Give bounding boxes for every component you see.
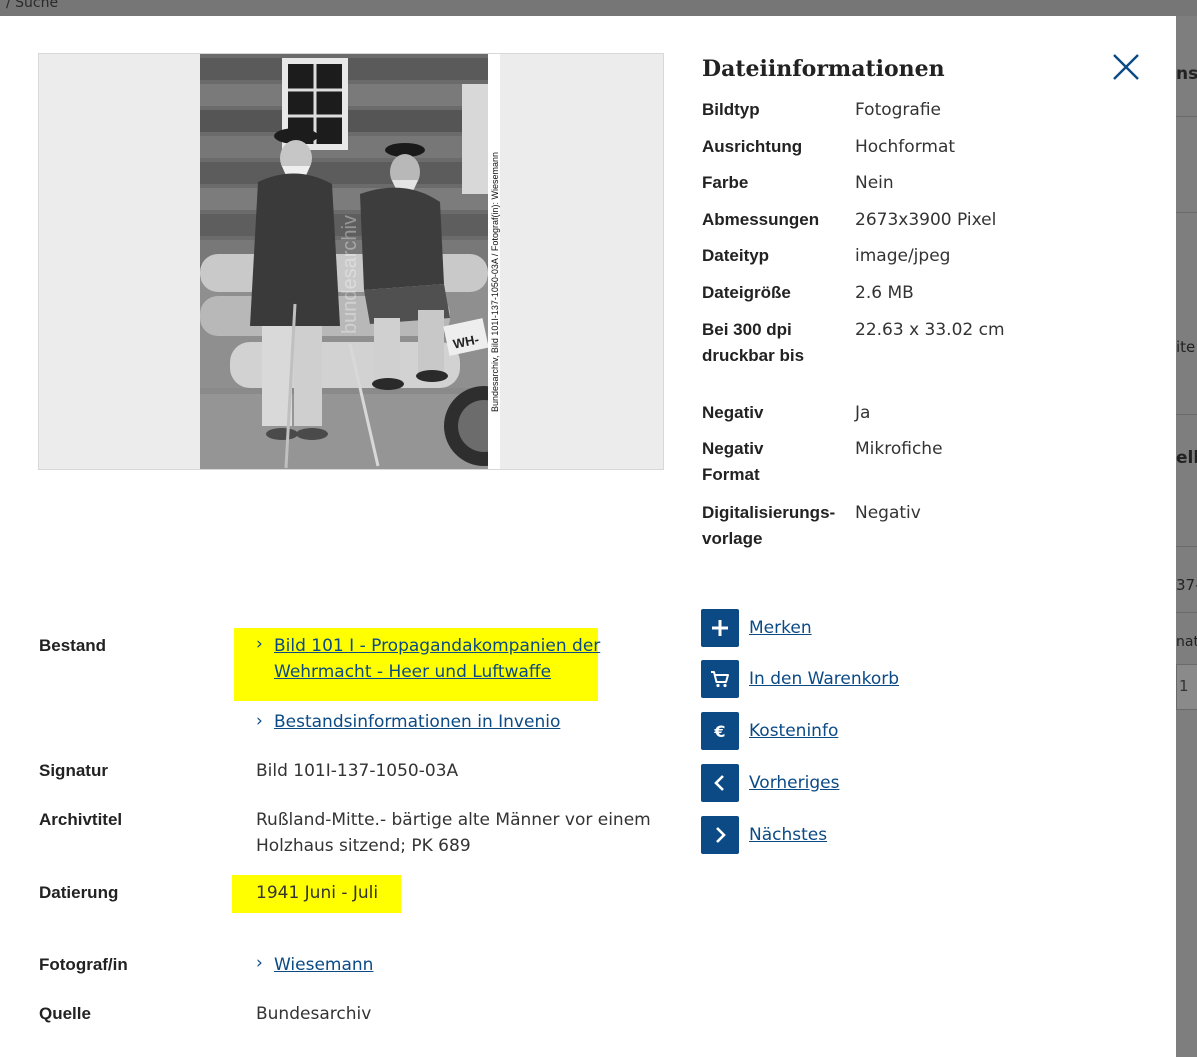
file-info-row: Bei 300 dpi druckbar bis 22.63 x 33.02 c…	[702, 317, 1162, 371]
label-line: druckbar bis	[702, 346, 805, 365]
file-info-value: Hochformat	[855, 137, 956, 157]
naechstes-action[interactable]: Nächstes	[701, 816, 1021, 854]
background-fragment: nat	[1176, 634, 1197, 650]
close-icon	[1113, 54, 1139, 80]
bestand-link-line[interactable]: Bild 101 I - Propagandakompanien der	[274, 633, 600, 659]
file-info-label: Dateityp	[702, 246, 770, 265]
bestand-label: Bestand	[39, 636, 107, 655]
file-info-value: 2673x3900 Pixel	[855, 210, 997, 230]
label-line: vorlage	[702, 529, 763, 548]
kosteninfo-link[interactable]: Kosteninfo	[749, 718, 838, 744]
plus-icon	[712, 620, 728, 636]
background-divider	[1176, 116, 1197, 117]
fotograf-link[interactable]: Wiesemann	[274, 952, 373, 978]
image-detail-modal: WH- bundesarchiv Bundesarchiv, Bild 101I…	[0, 16, 1176, 1057]
vorheriges-button[interactable]	[701, 764, 739, 802]
file-info-value: Fotografie	[855, 100, 942, 120]
photo-caption: Bundesarchiv, Bild 101I-137-1050-03A / F…	[490, 152, 500, 412]
background-fragment: 1	[1179, 677, 1189, 695]
file-info-value: Nein	[855, 173, 894, 193]
signatur-value: Bild 101I-137-1050-03A	[256, 761, 459, 781]
archivtitel-line: Rußland-Mitte.- bärtige alte Männer vor …	[256, 810, 651, 830]
file-info-label: Dateigröße	[702, 283, 791, 302]
file-info-value: Mikrofiche	[855, 439, 943, 459]
background-fragment: nst	[1176, 64, 1197, 84]
signatur-label: Signatur	[39, 761, 108, 780]
merken-button[interactable]	[701, 609, 739, 647]
background-divider	[1176, 612, 1197, 613]
chevron-right-icon: ›	[256, 953, 263, 973]
archivtitel-value: Rußland-Mitte.- bärtige alte Männer vor …	[256, 807, 676, 859]
background-divider	[1176, 546, 1197, 547]
background-divider	[1176, 212, 1197, 213]
quelle-label: Quelle	[39, 1004, 91, 1023]
background-fragment: 37-	[1176, 576, 1197, 594]
file-info-title: Dateiinformationen	[702, 56, 945, 82]
vorheriges-action[interactable]: Vorheriges	[701, 764, 1021, 802]
background-breadcrumb: / Suche	[0, 0, 1197, 16]
photo-watermark: bundesarchiv	[339, 215, 361, 334]
quelle-value: Bundesarchiv	[256, 1004, 372, 1024]
chevron-left-icon	[714, 775, 724, 791]
breadcrumb-text: / Suche	[6, 0, 59, 11]
kosteninfo-button[interactable]: €	[701, 712, 739, 750]
file-info-value: 2.6 MB	[855, 283, 914, 303]
euro-icon: €	[714, 721, 726, 741]
archivtitel-label: Archivtitel	[39, 810, 123, 829]
file-info-label: Digitalisierungs- vorlage	[702, 500, 852, 552]
kosteninfo-action[interactable]: € Kosteninfo	[701, 712, 1021, 750]
datierung-value: 1941 Juni - Juli	[256, 883, 379, 903]
file-info-value: Ja	[855, 403, 871, 423]
merken-action[interactable]: Merken	[701, 609, 1021, 647]
naechstes-link[interactable]: Nächstes	[749, 822, 827, 848]
warenkorb-button[interactable]	[701, 660, 739, 698]
background-page-edge: nst ite ell 37- nat 1	[1176, 16, 1197, 1057]
file-info-label: Abmessungen	[702, 210, 820, 229]
bestand-link[interactable]: Bild 101 I - Propagandakompanien der Weh…	[274, 633, 600, 685]
label-line: Format	[702, 465, 760, 484]
bestandsinformationen-link[interactable]: Bestandsinformationen in Invenio	[274, 709, 560, 735]
file-info-row: Digitalisierungs- vorlage Negativ	[702, 500, 1162, 554]
vorheriges-link[interactable]: Vorheriges	[749, 770, 839, 796]
file-info-label: Negativ Format	[702, 436, 852, 488]
fotograf-label: Fotograf/in	[39, 955, 128, 974]
chevron-right-icon: ›	[256, 711, 263, 731]
cart-icon	[711, 671, 729, 688]
warenkorb-link[interactable]: In den Warenkorb	[749, 666, 899, 692]
file-info-value: Negativ	[855, 503, 921, 523]
file-info-label: Bildtyp	[702, 100, 760, 119]
file-info-label: Bei 300 dpi druckbar bis	[702, 317, 852, 369]
bestand-link-line[interactable]: Wehrmacht - Heer und Luftwaffe	[274, 659, 600, 685]
background-input: 1	[1176, 664, 1197, 710]
chevron-right-icon	[716, 827, 726, 843]
archivtitel-row: Archivtitel Rußland-Mitte.- bärtige alte…	[39, 807, 679, 861]
background-fragment: ell	[1176, 448, 1197, 468]
file-info-label: Farbe	[702, 173, 749, 192]
label-line: Bei 300 dpi	[702, 320, 792, 339]
chevron-right-icon: ›	[256, 634, 263, 654]
file-info-value: image/jpeg	[855, 246, 951, 266]
file-info-row: Negativ Format Mikrofiche	[702, 436, 1162, 490]
background-fragment: ite	[1176, 338, 1196, 356]
label-line: Digitalisierungs-	[702, 503, 836, 522]
file-info-label: Negativ	[702, 403, 764, 422]
datierung-label: Datierung	[39, 883, 119, 902]
image-preview-panel: WH- bundesarchiv Bundesarchiv, Bild 101I…	[38, 53, 664, 470]
archivtitel-line: Holzhaus sitzend; PK 689	[256, 836, 471, 856]
warenkorb-action[interactable]: In den Warenkorb	[701, 660, 1021, 698]
merken-link[interactable]: Merken	[749, 615, 812, 641]
background-divider	[1176, 414, 1197, 415]
archive-photo[interactable]: WH- bundesarchiv Bundesarchiv, Bild 101I…	[200, 54, 500, 469]
close-button[interactable]	[1106, 50, 1144, 88]
file-info-value: 22.63 x 33.02 cm	[855, 320, 1005, 340]
label-line: Negativ	[702, 439, 764, 458]
naechstes-button[interactable]	[701, 816, 739, 854]
file-info-label: Ausrichtung	[702, 137, 803, 156]
